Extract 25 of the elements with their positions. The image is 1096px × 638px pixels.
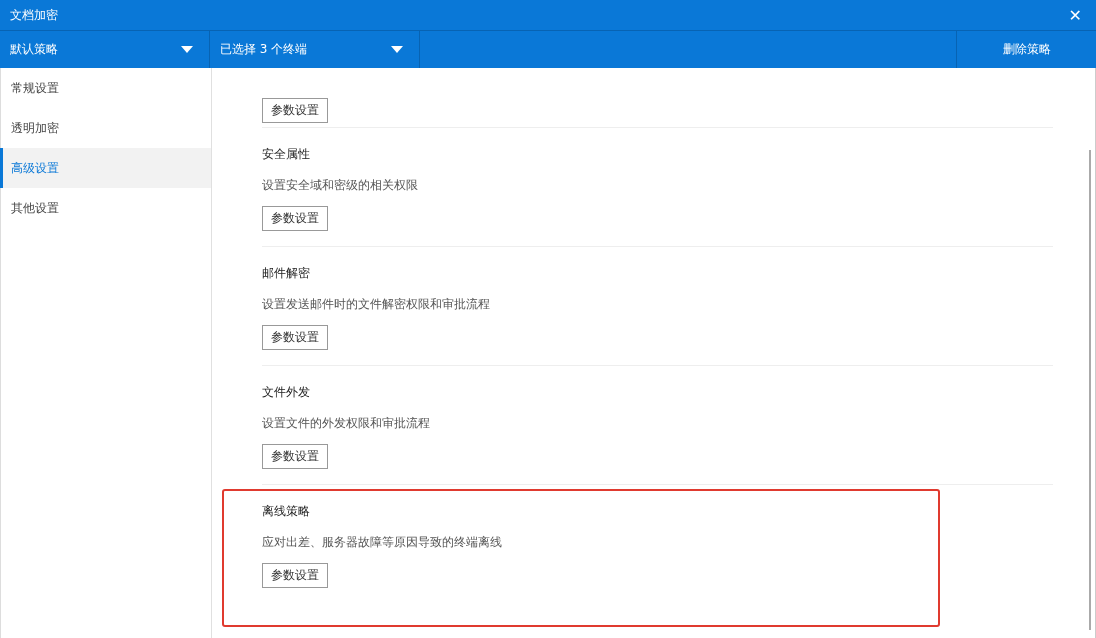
policy-dropdown[interactable]: 默认策略 bbox=[0, 31, 210, 68]
sidebar-item[interactable]: 高级设置 bbox=[0, 148, 211, 188]
terminal-dropdown[interactable]: 已选择 3 个终端 bbox=[210, 31, 420, 68]
window-title: 文档加密 bbox=[10, 6, 58, 24]
section-title: 邮件解密 bbox=[262, 265, 311, 282]
parameter-settings-button[interactable]: 参数设置 bbox=[262, 444, 328, 469]
parameter-settings-button[interactable]: 参数设置 bbox=[262, 325, 328, 350]
sidebar-item[interactable]: 常规设置 bbox=[0, 68, 211, 108]
section-description: 设置安全域和密级的相关权限 bbox=[262, 177, 419, 194]
caret-icon bbox=[391, 46, 403, 53]
parameter-settings-button[interactable]: 参数设置 bbox=[262, 563, 328, 588]
sidebar-item[interactable]: 其他设置 bbox=[0, 188, 211, 228]
section-description: 设置文件的外发权限和审批流程 bbox=[262, 415, 431, 432]
caret-icon bbox=[181, 46, 193, 53]
parameter-settings-button[interactable]: 参数设置 bbox=[262, 206, 328, 231]
close-button[interactable]: ✕ bbox=[1064, 5, 1086, 25]
delete-policy-button[interactable]: 删除策略 bbox=[956, 31, 1096, 68]
section-title: 安全属性 bbox=[262, 146, 311, 163]
parameter-settings-button[interactable]: 参数设置 bbox=[262, 98, 328, 123]
section-title: 文件外发 bbox=[262, 384, 311, 401]
section-title: 离线策略 bbox=[262, 503, 311, 520]
section-description: 应对出差、服务器故障等原因导致的终端离线 bbox=[262, 534, 503, 551]
scrollbar[interactable] bbox=[1089, 150, 1091, 630]
section-description: 设置发送邮件时的文件解密权限和审批流程 bbox=[262, 296, 491, 313]
sidebar-item[interactable]: 透明加密 bbox=[0, 108, 211, 148]
